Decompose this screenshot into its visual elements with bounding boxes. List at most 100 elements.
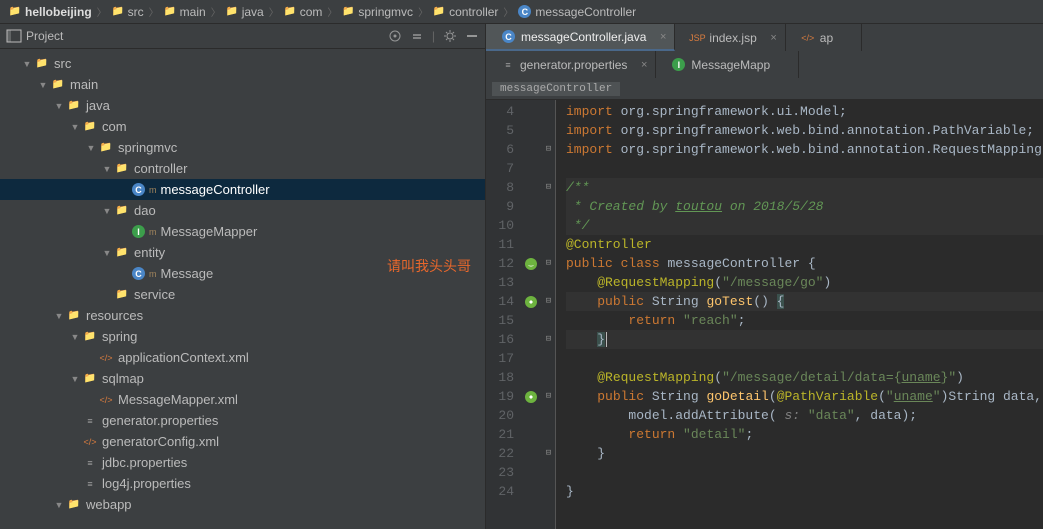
breadcrumb-item[interactable]: 📁hellobeijing: [6, 5, 95, 19]
line-number[interactable]: 14: [486, 292, 514, 311]
chevron-down-icon[interactable]: ▼: [22, 59, 32, 69]
code-line[interactable]: return "reach";: [566, 311, 1043, 330]
chevron-down-icon[interactable]: ▼: [38, 80, 48, 90]
line-number[interactable]: 23: [486, 463, 514, 482]
line-number[interactable]: 5: [486, 121, 514, 140]
line-number[interactable]: 7: [486, 159, 514, 178]
code-line[interactable]: import org.springframework.ui.Model;: [566, 102, 1043, 121]
breadcrumb-item[interactable]: 📁java: [223, 5, 267, 19]
chevron-down-icon[interactable]: ▼: [70, 374, 80, 384]
code-line[interactable]: public class messageController {: [566, 254, 1043, 273]
line-number[interactable]: 10: [486, 216, 514, 235]
breadcrumb-item[interactable]: 📁controller: [430, 5, 501, 19]
fold-gutter[interactable]: ⊟⊟⊟⊟⊟⊟⊟: [542, 100, 556, 529]
chevron-down-icon[interactable]: ▼: [70, 332, 80, 342]
tree-node[interactable]: ≡jdbc.properties: [0, 452, 485, 473]
chevron-down-icon[interactable]: ▼: [70, 122, 80, 132]
tree-node[interactable]: ImMessageMapper: [0, 221, 485, 242]
line-number[interactable]: 12: [486, 254, 514, 273]
code-line[interactable]: public String goDetail(@PathVariable("un…: [566, 387, 1043, 406]
close-icon[interactable]: ×: [660, 31, 666, 43]
tree-node[interactable]: </>MessageMapper.xml: [0, 389, 485, 410]
fold-toggle-icon[interactable]: ⊟: [542, 330, 555, 349]
fold-toggle-icon[interactable]: ⊟: [542, 140, 555, 159]
code-line[interactable]: @RequestMapping("/message/go"): [566, 273, 1043, 292]
chevron-down-icon[interactable]: ▼: [102, 248, 112, 258]
code-line[interactable]: */: [566, 216, 1043, 235]
code-line[interactable]: [566, 349, 1043, 368]
close-icon[interactable]: ×: [770, 32, 776, 44]
editor-crumb-class[interactable]: messageController: [492, 82, 620, 96]
tree-node[interactable]: ▼📁src: [0, 53, 485, 74]
chevron-down-icon[interactable]: ▼: [86, 143, 96, 153]
breadcrumb-item[interactable]: 📁main: [161, 5, 209, 19]
breadcrumb[interactable]: 📁hellobeijing〉📁src〉📁main〉📁java〉📁com〉📁spr…: [0, 0, 1043, 24]
code-line[interactable]: * Created by toutou on 2018/5/28: [566, 197, 1043, 216]
line-number[interactable]: 18: [486, 368, 514, 387]
tree-node[interactable]: </>applicationContext.xml: [0, 347, 485, 368]
code-line[interactable]: import org.springframework.web.bind.anno…: [566, 140, 1043, 159]
tree-node[interactable]: ▼📁sqlmap: [0, 368, 485, 389]
tree-node[interactable]: ▼📁springmvc: [0, 137, 485, 158]
line-number[interactable]: 11: [486, 235, 514, 254]
gear-icon[interactable]: [443, 29, 457, 43]
code-line[interactable]: public String goTest() {: [566, 292, 1043, 311]
code-line[interactable]: }: [566, 444, 1043, 463]
tree-node[interactable]: ≡generator.properties: [0, 410, 485, 431]
collapse-all-icon[interactable]: [410, 29, 424, 43]
chevron-down-icon[interactable]: ▼: [54, 311, 64, 321]
tree-node[interactable]: 📁service: [0, 284, 485, 305]
line-number[interactable]: 13: [486, 273, 514, 292]
gutter-icons[interactable]: [520, 100, 542, 529]
line-number[interactable]: 24: [486, 482, 514, 501]
code-line[interactable]: model.addAttribute( s: "data", data);: [566, 406, 1043, 425]
tree-node[interactable]: CmMessage: [0, 263, 485, 284]
breadcrumb-item[interactable]: CmessageController: [515, 5, 639, 19]
code-line[interactable]: @Controller: [566, 235, 1043, 254]
hide-icon[interactable]: [465, 29, 479, 43]
tree-node[interactable]: ▼📁webapp: [0, 494, 485, 515]
editor-tab[interactable]: IMessageMapp: [656, 51, 799, 78]
line-number[interactable]: 8: [486, 178, 514, 197]
line-number[interactable]: 19: [486, 387, 514, 406]
select-opened-file-icon[interactable]: [388, 29, 402, 43]
line-number[interactable]: 16: [486, 330, 514, 349]
line-number[interactable]: 6: [486, 140, 514, 159]
code-line[interactable]: [566, 159, 1043, 178]
chevron-down-icon[interactable]: ▼: [54, 500, 64, 510]
tree-node[interactable]: ▼📁main: [0, 74, 485, 95]
tree-node[interactable]: ▼📁spring: [0, 326, 485, 347]
tree-node[interactable]: ▼📁controller: [0, 158, 485, 179]
tree-node[interactable]: ▼📁java: [0, 95, 485, 116]
editor-tab[interactable]: JSPindex.jsp×: [675, 24, 785, 51]
code-line[interactable]: return "detail";: [566, 425, 1043, 444]
editor-tab[interactable]: </>ap: [786, 24, 862, 51]
code-line[interactable]: import org.springframework.web.bind.anno…: [566, 121, 1043, 140]
line-number[interactable]: 22: [486, 444, 514, 463]
line-number[interactable]: 17: [486, 349, 514, 368]
line-number[interactable]: 9: [486, 197, 514, 216]
editor-structure-breadcrumb[interactable]: messageController: [486, 78, 1043, 100]
tree-node[interactable]: </>generatorConfig.xml: [0, 431, 485, 452]
tree-node[interactable]: ▼📁entity: [0, 242, 485, 263]
fold-toggle-icon[interactable]: ⊟: [542, 178, 555, 197]
line-number[interactable]: 20: [486, 406, 514, 425]
line-number-gutter[interactable]: 456789101112131415161718192021222324: [486, 100, 520, 529]
code-line[interactable]: @RequestMapping("/message/detail/data={u…: [566, 368, 1043, 387]
request-mapping-icon[interactable]: [520, 292, 542, 311]
tree-node[interactable]: ▼📁resources: [0, 305, 485, 326]
fold-toggle-icon[interactable]: ⊟: [542, 444, 555, 463]
line-number[interactable]: 4: [486, 102, 514, 121]
code-editor[interactable]: 456789101112131415161718192021222324 ⊟⊟⊟…: [486, 100, 1043, 529]
code-line[interactable]: }: [566, 330, 1043, 349]
code-line[interactable]: /**: [566, 178, 1043, 197]
editor-tab[interactable]: CmessageController.java×: [486, 24, 675, 51]
tree-node[interactable]: CmmessageController: [0, 179, 485, 200]
spring-bean-icon[interactable]: [520, 254, 542, 273]
close-icon[interactable]: ×: [641, 59, 647, 71]
project-tree[interactable]: ▼📁src▼📁main▼📁java▼📁com▼📁springmvc▼📁contr…: [0, 49, 485, 529]
chevron-down-icon[interactable]: ▼: [102, 164, 112, 174]
line-number[interactable]: 21: [486, 425, 514, 444]
code-content[interactable]: import org.springframework.ui.Model;impo…: [556, 100, 1043, 529]
request-mapping-icon[interactable]: [520, 387, 542, 406]
